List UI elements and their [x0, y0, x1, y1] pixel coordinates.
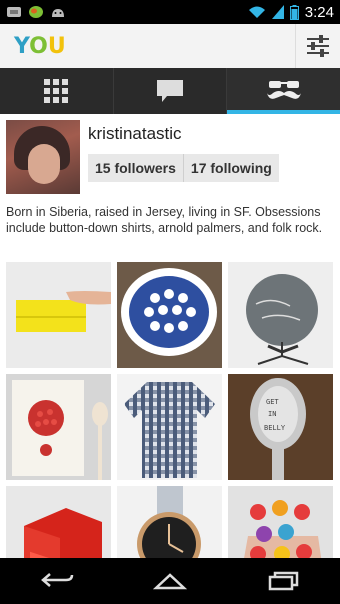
recents-button[interactable] — [253, 561, 313, 601]
image-grid: GET IN BELLY — [6, 262, 334, 592]
avatar[interactable] — [6, 120, 80, 194]
system-nav-bar — [0, 558, 340, 604]
chat-notification-icon — [29, 6, 43, 18]
grid-item-stamped-spoon[interactable]: GET IN BELLY — [228, 374, 333, 480]
grid-icon — [44, 79, 69, 103]
clock: 3:24 — [304, 3, 334, 21]
recents-icon — [269, 571, 299, 591]
svg-text:GET: GET — [266, 398, 279, 406]
tab-grid[interactable] — [0, 68, 113, 114]
grid-item-plaid-shirt[interactable] — [117, 374, 222, 480]
svg-text:BELLY: BELLY — [264, 424, 286, 432]
username: kristinatastic — [88, 124, 182, 143]
profile-bio: Born in Siberia, raised in Jersey, livin… — [6, 205, 323, 235]
grid-item-chalk-globe[interactable] — [228, 262, 333, 368]
home-button[interactable] — [140, 561, 200, 601]
sliders-icon — [307, 35, 329, 57]
follow-counts: 15 followers 17 following — [88, 154, 279, 182]
chat-icon — [157, 80, 183, 102]
tab-profile[interactable] — [226, 68, 340, 114]
app-bar: YOU — [0, 24, 340, 69]
grid-item-blue-plate[interactable] — [117, 262, 222, 368]
wifi-icon — [248, 6, 265, 18]
status-bar: 3:24 — [0, 0, 340, 24]
mustache-glasses-icon — [266, 81, 301, 99]
notification-icon — [7, 7, 21, 17]
tab-bar — [0, 68, 340, 114]
app-logo: YOU — [14, 33, 66, 59]
back-button[interactable] — [27, 561, 87, 601]
grid-item-yellow-clutch[interactable] — [6, 262, 111, 368]
grid-item-pomegranate-print[interactable] — [6, 374, 111, 480]
home-icon — [152, 573, 187, 590]
back-icon — [40, 573, 73, 587]
svg-text:IN: IN — [268, 410, 276, 418]
android-icon — [52, 9, 64, 17]
settings-button[interactable] — [295, 24, 340, 68]
battery-icon — [289, 4, 299, 20]
following-count[interactable]: 17 following — [182, 154, 279, 182]
signal-icon — [271, 5, 284, 19]
tab-messages[interactable] — [112, 68, 227, 114]
followers-count[interactable]: 15 followers — [88, 154, 183, 182]
